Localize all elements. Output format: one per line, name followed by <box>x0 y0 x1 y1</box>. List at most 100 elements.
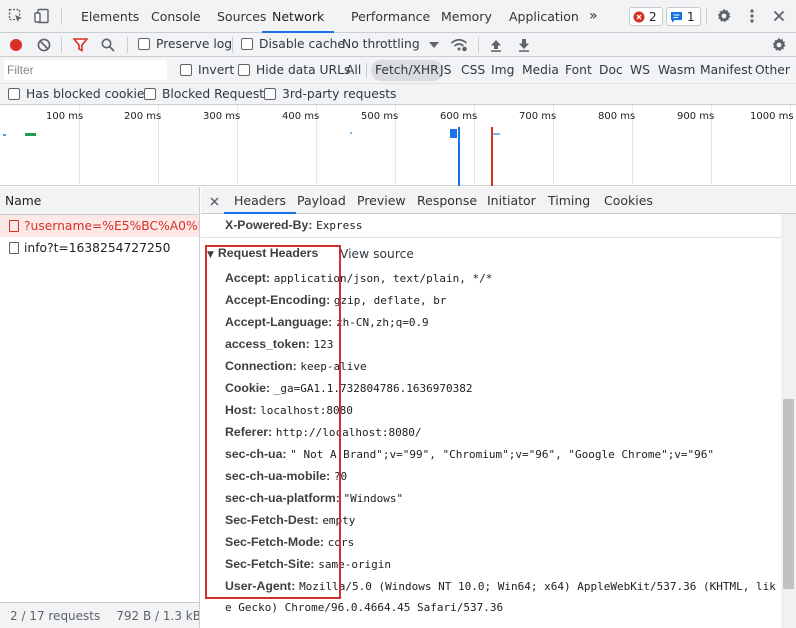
close-icon[interactable] <box>769 6 789 26</box>
request-row[interactable]: info?t=1638254727250 <box>0 237 199 259</box>
gear-icon[interactable] <box>714 6 734 26</box>
close-details-icon[interactable] <box>204 191 224 211</box>
filter-input[interactable] <box>4 60 167 80</box>
device-toolbar-icon[interactable] <box>32 6 52 26</box>
blocked-requests-checkbox[interactable]: Blocked Requests <box>144 87 270 101</box>
messages-count: 1 <box>687 9 695 24</box>
clear-icon[interactable] <box>34 35 54 55</box>
tab-sources[interactable]: Sources <box>217 0 266 33</box>
request-headers-section-title[interactable]: ▼ Request Headers <box>207 246 318 260</box>
filter-type-doc[interactable]: Doc <box>596 60 626 81</box>
checkbox-box[interactable] <box>180 64 192 76</box>
divider <box>61 37 62 53</box>
has-blocked-cookies-checkbox[interactable]: Has blocked cookies <box>8 87 151 101</box>
request-header-row: sec-ch-ua: " Not A;Brand";v="99", "Chrom… <box>225 447 714 461</box>
third-party-checkbox[interactable]: 3rd-party requests <box>264 87 396 101</box>
filter-type-wasm[interactable]: Wasm <box>655 60 698 81</box>
user-agent-continued: e Gecko) Chrome/96.0.4664.45 Safari/537.… <box>225 601 504 614</box>
checkbox-box[interactable] <box>241 38 253 50</box>
request-file-icon <box>9 242 19 254</box>
header-name: Host: <box>225 403 257 417</box>
header-name: Referer: <box>225 425 273 439</box>
header-value: application/json, text/plain, */* <box>273 272 493 285</box>
preserve-log-checkbox[interactable]: Preserve log <box>138 37 232 51</box>
request-header-row: Accept: application/json, text/plain, */… <box>225 271 492 285</box>
network-status-bar: 2 / 17 requests 792 B / 1.3 kB tra <box>0 602 199 628</box>
tab-initiator[interactable]: Initiator <box>487 187 536 214</box>
request-header-row: Sec-Fetch-Site: same-origin <box>225 557 391 571</box>
checkbox-box[interactable] <box>238 64 250 76</box>
filter-type-fetch-xhr[interactable]: Fetch/XHR <box>371 60 443 81</box>
scrollbar[interactable] <box>781 214 796 628</box>
tick-label: 400 ms <box>282 111 320 122</box>
tab-performance[interactable]: Performance <box>351 0 430 33</box>
tab-cookies[interactable]: Cookies <box>604 187 653 214</box>
more-tabs-button[interactable]: » <box>589 0 598 33</box>
header-value: http://localhost:8080/ <box>275 426 422 439</box>
timeline-bar <box>3 134 6 136</box>
header-name: Accept: <box>225 271 271 285</box>
invert-checkbox[interactable]: Invert <box>180 63 234 77</box>
filter-type-img[interactable]: Img <box>488 60 517 81</box>
has-blocked-cookies-label: Has blocked cookies <box>26 87 151 101</box>
export-har-icon[interactable] <box>514 35 534 55</box>
tab-preview[interactable]: Preview <box>357 187 406 214</box>
disable-cache-label: Disable cache <box>259 37 345 51</box>
filter-type-manifest[interactable]: Manifest <box>697 60 755 81</box>
details-tab-bar: Headers Payload Preview Response Initiat… <box>201 187 796 214</box>
tick-label: 300 ms <box>203 111 241 122</box>
tab-timing[interactable]: Timing <box>548 187 590 214</box>
header-value: Mozilla/5.0 (Windows NT 10.0; Win64; x64… <box>299 580 776 593</box>
import-har-icon[interactable] <box>486 35 506 55</box>
tab-network[interactable]: Network <box>262 0 335 33</box>
messages-badge[interactable]: 1 <box>666 7 701 26</box>
filter-type-css[interactable]: CSS <box>458 60 488 81</box>
header-name: Sec-Fetch-Site: <box>225 557 315 571</box>
header-name: Sec-Fetch-Mode: <box>225 535 325 549</box>
hide-data-urls-checkbox[interactable]: Hide data URLs <box>238 63 350 77</box>
view-source-link[interactable]: View source <box>340 247 414 261</box>
search-icon[interactable] <box>98 35 118 55</box>
disable-cache-checkbox[interactable]: Disable cache <box>241 37 345 51</box>
request-header-row: Connection: keep-alive <box>225 359 367 373</box>
tick-label: 900 ms <box>677 111 715 122</box>
checkbox-box[interactable] <box>144 88 156 100</box>
inspect-element-icon[interactable] <box>6 6 26 26</box>
kebab-menu-icon[interactable] <box>742 6 762 26</box>
checkbox-box[interactable] <box>8 88 20 100</box>
filter-type-font[interactable]: Font <box>562 60 595 81</box>
timeline-overview[interactable]: 100 ms 200 ms 300 ms 400 ms 500 ms 600 m… <box>0 105 796 186</box>
filter-type-all[interactable]: All <box>343 60 364 81</box>
filter-type-other[interactable]: Other <box>752 60 793 81</box>
name-column-header[interactable]: Name <box>0 187 199 215</box>
tab-memory[interactable]: Memory <box>441 0 492 33</box>
hide-data-urls-label: Hide data URLs <box>256 63 351 77</box>
record-icon[interactable] <box>6 35 26 55</box>
tab-payload[interactable]: Payload <box>297 187 346 214</box>
devtools-tab-bar: Elements Console Sources Network Perform… <box>0 0 796 33</box>
blocked-filter-bar: Has blocked cookies Blocked Requests 3rd… <box>0 84 796 105</box>
tab-headers[interactable]: Headers <box>224 187 297 214</box>
request-name: info?t=1638254727250 <box>24 241 171 255</box>
checkbox-box[interactable] <box>264 88 276 100</box>
checkbox-box[interactable] <box>138 38 150 50</box>
filter-type-js[interactable]: JS <box>437 60 454 81</box>
network-conditions-icon[interactable] <box>449 35 469 55</box>
filter-type-media[interactable]: Media <box>519 60 562 81</box>
tab-application[interactable]: Application <box>509 0 579 33</box>
errors-badge[interactable]: 2 <box>629 7 663 26</box>
scrollbar-thumb[interactable] <box>783 399 794 589</box>
request-row[interactable]: ?username=%E5%BC%A0%E4... <box>0 215 199 237</box>
chevron-down-icon[interactable] <box>424 35 444 55</box>
tab-console[interactable]: Console <box>151 0 201 33</box>
tab-response[interactable]: Response <box>417 187 477 214</box>
requests-panel: Name ?username=%E5%BC%A0%E4... info?t=16… <box>0 187 200 628</box>
tab-elements[interactable]: Elements <box>81 0 139 33</box>
tick-label: 600 ms <box>440 111 478 122</box>
network-settings-gear-icon[interactable] <box>769 35 789 55</box>
filter-type-ws[interactable]: WS <box>627 60 653 81</box>
throttling-select[interactable]: No throttling <box>342 37 420 51</box>
header-value: zh-CN,zh;q=0.9 <box>335 316 429 329</box>
filter-icon[interactable] <box>70 35 90 55</box>
header-name: Sec-Fetch-Dest: <box>225 513 319 527</box>
